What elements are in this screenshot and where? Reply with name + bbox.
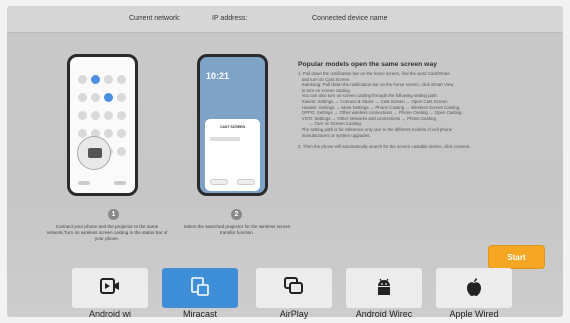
tab-apple-wired[interactable] [436, 268, 512, 308]
step-1-badge: 1 [108, 209, 119, 220]
step-1-caption: Connect your phone and the projector to … [46, 224, 168, 241]
ip-address-label: IP address: [212, 15, 248, 22]
instruction-line: 2. Then the phone will automatically sea… [298, 143, 471, 149]
tab-label-apple-wired: Apple Wired [449, 309, 499, 319]
step-2-caption: Select the searched projector for the wi… [183, 224, 291, 235]
current-network-label: Current network: [129, 15, 181, 22]
tab-label-android-wireless: Android wi [88, 309, 132, 319]
instructions-panel: Popular models open the same screen way … [298, 61, 560, 149]
android-cast-icon [100, 278, 119, 294]
status-bar: Current network: IP address: Connected d… [7, 6, 563, 33]
phone-illustration-step1 [67, 54, 138, 196]
android-icon [378, 278, 390, 295]
miracast-icon [191, 277, 209, 296]
start-button[interactable]: Start [488, 245, 545, 269]
tab-airplay[interactable] [256, 268, 332, 308]
airplay-icon [284, 277, 303, 294]
tab-label-airplay: AirPlay [279, 309, 309, 319]
step-2-badge: 2 [231, 209, 242, 220]
instructions-title: Popular models open the same screen way [298, 61, 438, 68]
screen-cast-icon [88, 148, 102, 158]
apple-icon [467, 278, 481, 296]
mode-tabs: Android wi Miracast AirPlay Android Wire… [72, 268, 512, 319]
tab-miracast[interactable] [162, 268, 238, 308]
cast-screen-dialog: CAST SCREEN [205, 119, 260, 191]
phone-illustration-step2: 10:21 CAST SCREEN [197, 54, 268, 196]
cast-button-zoom [77, 136, 111, 170]
tab-label-miracast: Miracast [182, 309, 217, 319]
tab-android-wireless[interactable] [72, 268, 148, 308]
connected-device-label: Connected device name [312, 15, 388, 22]
tab-label-android-wired: Android Wirec [355, 309, 413, 319]
dialog-title: CAST SCREEN [219, 125, 246, 129]
tab-android-wired[interactable] [346, 268, 422, 308]
instructions-body: 1. Pull down the notification bar on the… [298, 71, 560, 149]
phone-clock: 10:21 [206, 71, 230, 81]
